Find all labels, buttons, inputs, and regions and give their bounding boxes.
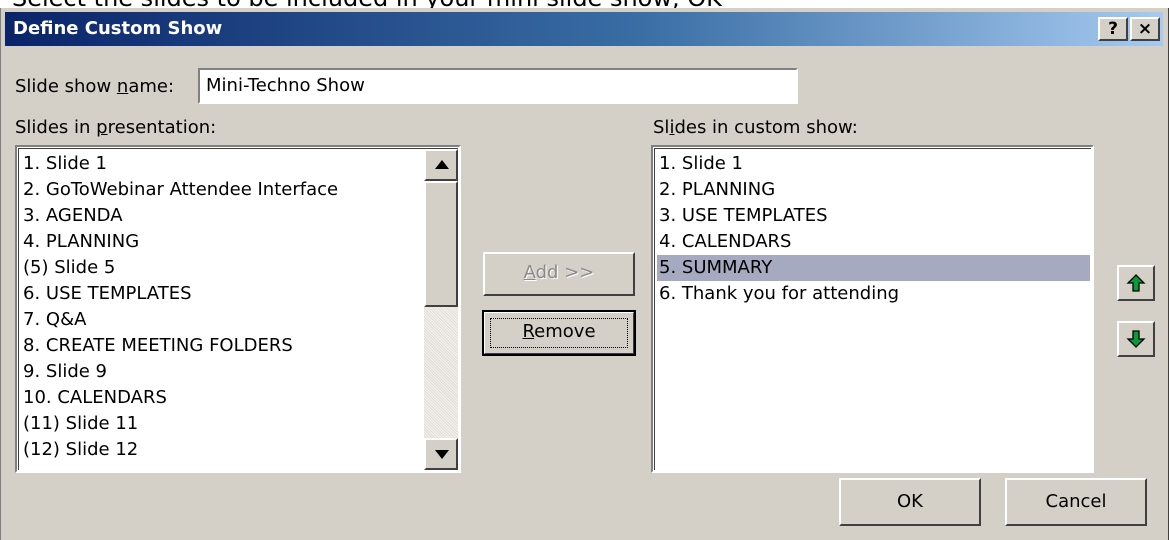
accelerator-key: R xyxy=(522,321,535,342)
list-item[interactable]: 4. PLANNING xyxy=(23,229,139,255)
list-item[interactable]: 3. AGENDA xyxy=(23,203,123,229)
list-item[interactable]: (12) Slide 12 xyxy=(23,437,138,463)
label-text: resentation: xyxy=(107,117,217,138)
label-text: Sl xyxy=(653,117,670,138)
accelerator-key: n xyxy=(116,76,129,97)
cancel-button[interactable]: Cancel xyxy=(1005,478,1147,526)
list-item[interactable]: 7. Q&A xyxy=(23,307,86,333)
add-button[interactable]: Add >> xyxy=(483,252,635,296)
define-custom-show-dialog: Define Custom Show ? × Slide show name: … xyxy=(0,8,1169,540)
list-item[interactable]: 1. Slide 1 xyxy=(659,151,743,177)
label-text: ame: xyxy=(128,76,175,97)
dialog-titlebar[interactable]: Define Custom Show ? × xyxy=(5,12,1163,46)
close-button[interactable]: × xyxy=(1130,17,1160,41)
list-item[interactable]: (11) Slide 11 xyxy=(23,411,138,437)
remove-button-label: emove xyxy=(534,321,596,342)
list-item[interactable]: 10. CALENDARS xyxy=(23,385,167,411)
label-text: Slides in xyxy=(15,117,97,138)
presentation-list-scrollbar[interactable] xyxy=(424,149,458,470)
list-item[interactable]: (5) Slide 5 xyxy=(23,255,115,281)
list-item[interactable]: 9. Slide 9 xyxy=(23,359,107,385)
list-item[interactable]: 2. PLANNING xyxy=(659,177,775,203)
list-item[interactable]: 4. CALENDARS xyxy=(659,229,791,255)
slide-show-name-input[interactable]: Mini-Techno Show xyxy=(198,68,798,104)
slide-show-name-label: Slide show name: xyxy=(15,76,174,97)
list-item[interactable]: 6. Thank you for attending xyxy=(659,281,899,307)
label-text: Slide show xyxy=(15,76,117,97)
move-down-button[interactable] xyxy=(1117,321,1155,357)
move-up-button[interactable] xyxy=(1117,265,1155,301)
scroll-thumb[interactable] xyxy=(424,181,458,307)
remove-button[interactable]: Remove xyxy=(482,310,636,356)
slides-in-presentation-label: Slides in presentation: xyxy=(15,117,216,138)
list-item[interactable]: 3. USE TEMPLATES xyxy=(659,203,828,229)
list-item[interactable]: 6. USE TEMPLATES xyxy=(23,281,192,307)
add-button-label: dd >> xyxy=(535,262,595,283)
accelerator-key: A xyxy=(523,262,536,283)
green-up-arrow-icon xyxy=(1126,274,1146,292)
green-down-arrow-icon xyxy=(1126,330,1146,348)
list-item[interactable]: 2. GoToWebinar Attendee Interface xyxy=(23,177,338,203)
scroll-up-arrow-icon xyxy=(435,160,449,169)
list-item-selected[interactable]: 5. SUMMARY xyxy=(657,255,1090,281)
dialog-title: Define Custom Show xyxy=(13,18,223,39)
label-text: des in custom show: xyxy=(674,117,858,138)
scroll-down-arrow-icon xyxy=(435,450,449,459)
ok-button[interactable]: OK xyxy=(839,478,981,526)
slides-in-custom-show-label: Slides in custom show: xyxy=(653,117,858,138)
presentation-slides-list[interactable]: 1. Slide 1 2. GoToWebinar Attendee Inter… xyxy=(15,145,461,473)
accelerator-key: p xyxy=(96,117,108,138)
list-item[interactable]: 8. CREATE MEETING FOLDERS xyxy=(23,333,293,359)
scroll-down-button[interactable] xyxy=(424,438,458,470)
help-button[interactable]: ? xyxy=(1098,17,1128,41)
list-item[interactable]: 1. Slide 1 xyxy=(23,151,107,177)
scroll-up-button[interactable] xyxy=(424,149,458,181)
custom-show-slides-list[interactable]: 1. Slide 1 2. PLANNING 3. USE TEMPLATES … xyxy=(651,145,1094,473)
